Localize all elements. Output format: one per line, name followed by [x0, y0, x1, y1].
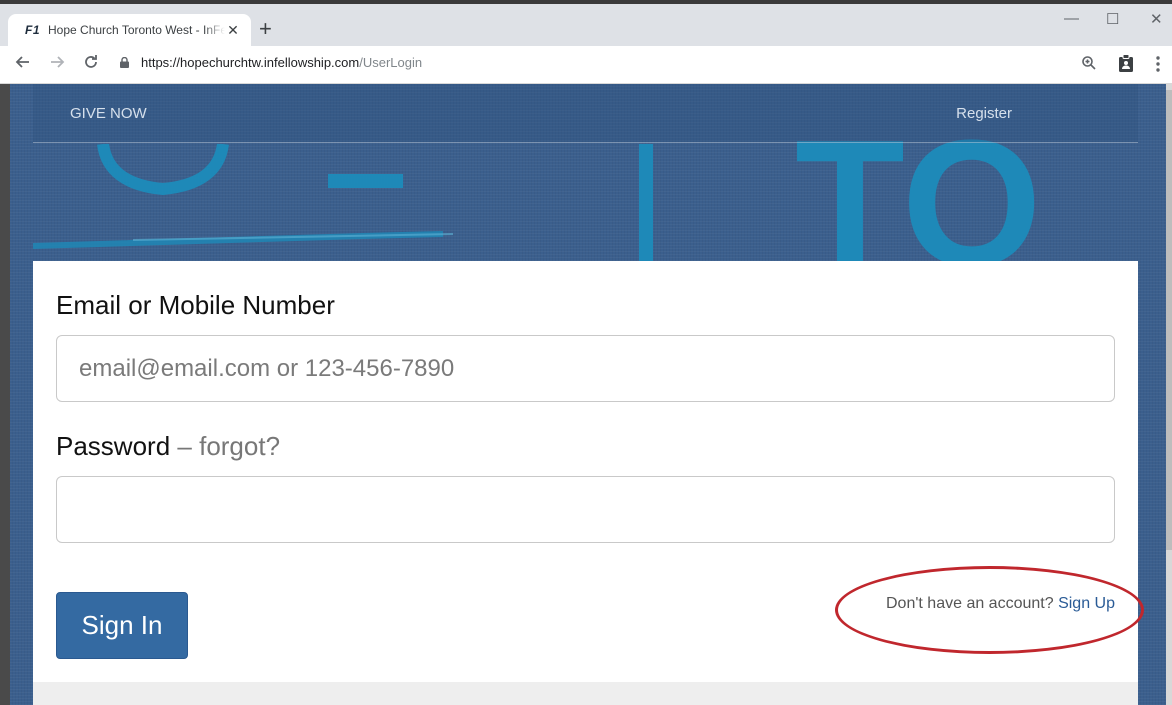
- site-navbar: GIVE NOW Register: [33, 84, 1138, 143]
- url-host: https://hopechurchtw.infellowship.com: [141, 55, 360, 70]
- minimize-icon[interactable]: —: [1064, 10, 1079, 27]
- forward-icon[interactable]: [50, 54, 66, 74]
- address-bar[interactable]: https://hopechurchtw.infellowship.com/Us…: [120, 55, 422, 70]
- password-input[interactable]: [56, 476, 1115, 543]
- clipboard-extension-icon[interactable]: [1118, 54, 1134, 77]
- web-page: TO GIVE NOW Register Email or Mobile Num…: [0, 84, 1172, 705]
- password-label-row: Password – forgot?: [56, 431, 280, 462]
- reload-icon[interactable]: [83, 54, 99, 74]
- scrollbar-thumb[interactable]: [1166, 90, 1172, 550]
- f1-favicon-icon: F1: [25, 23, 41, 37]
- tab-title: Hope Church Toronto West - InFellowship: [48, 23, 225, 37]
- maximize-icon[interactable]: ☐: [1106, 10, 1119, 28]
- card-footer: [33, 682, 1138, 705]
- page-left-gutter: [0, 84, 10, 705]
- email-label: Email or Mobile Number: [56, 290, 335, 320]
- url-path: /UserLogin: [359, 55, 423, 70]
- give-now-link[interactable]: GIVE NOW: [70, 105, 147, 122]
- browser-tab-bar: F1 Hope Church Toronto West - InFellowsh…: [0, 0, 1172, 46]
- email-input[interactable]: [56, 335, 1115, 402]
- browser-toolbar: https://hopechurchtw.infellowship.com/Us…: [0, 46, 1172, 84]
- page-scrollbar[interactable]: [1166, 84, 1172, 705]
- new-tab-icon[interactable]: +: [259, 18, 272, 40]
- signup-prompt: Don't have an account? Sign Up: [886, 595, 1115, 613]
- forgot-password-link[interactable]: forgot?: [199, 431, 280, 461]
- window-close-icon[interactable]: ✕: [1150, 10, 1163, 28]
- no-account-text: Don't have an account?: [886, 595, 1054, 612]
- sign-up-link[interactable]: Sign Up: [1058, 595, 1115, 612]
- browser-tab-active[interactable]: F1 Hope Church Toronto West - InFellowsh…: [8, 14, 251, 46]
- password-label: Password: [56, 431, 171, 461]
- menu-dots-icon[interactable]: [1156, 56, 1160, 77]
- tab-close-icon[interactable]: ✕: [225, 22, 241, 39]
- lock-icon: [120, 57, 129, 68]
- register-link[interactable]: Register: [956, 105, 1012, 122]
- tabbar-top-border: [0, 0, 1172, 4]
- login-card: Email or Mobile Number Password – forgot…: [33, 261, 1138, 705]
- sign-in-button[interactable]: Sign In: [56, 592, 188, 659]
- back-icon[interactable]: [14, 54, 30, 74]
- password-dash: –: [177, 431, 192, 461]
- zoom-icon[interactable]: [1081, 55, 1097, 76]
